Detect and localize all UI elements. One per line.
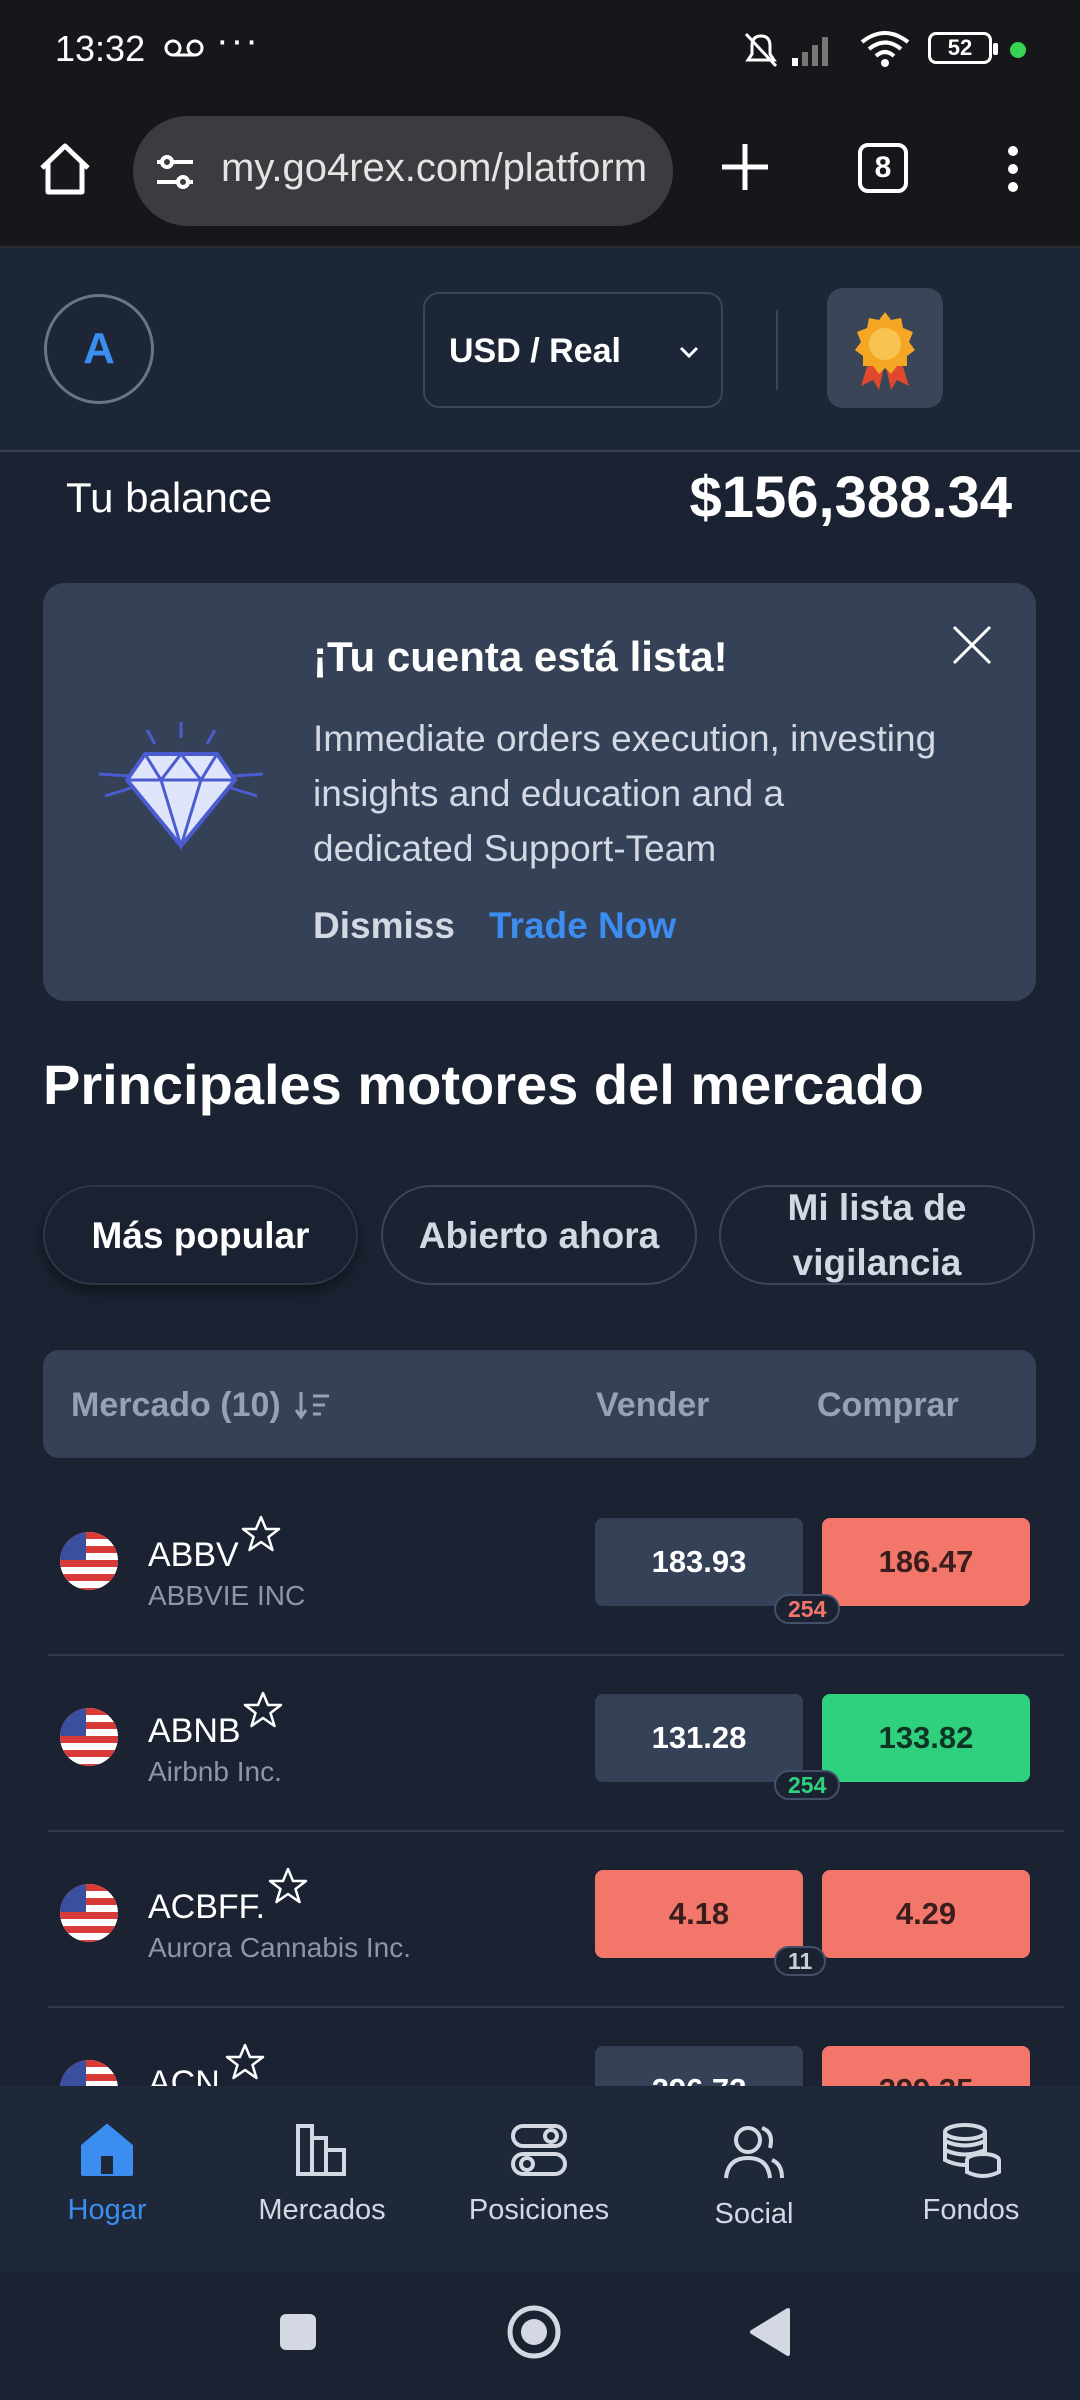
star-icon[interactable] (241, 1514, 281, 1554)
bell-off-icon (744, 32, 778, 68)
us-flag-icon (60, 1532, 118, 1590)
nav-positions-label: Posiciones (468, 2194, 610, 2226)
browser-toolbar: my.go4rex.com/platform 8 (0, 100, 1080, 248)
close-icon[interactable] (950, 623, 994, 667)
nav-positions[interactable]: Posiciones (439, 2120, 639, 2227)
spread-badge: 254 (774, 1594, 841, 1624)
us-flag-icon (60, 1708, 118, 1766)
nav-funds[interactable]: Fondos (871, 2120, 1071, 2227)
sell-price-button[interactable]: 131.28 (595, 1694, 803, 1782)
balance-label: Tu balance (66, 474, 273, 521)
rewards-button[interactable] (827, 288, 943, 408)
sell-price-button[interactable]: 4.18 (595, 1870, 803, 1958)
header-divider (776, 310, 778, 390)
market-symbol: ABBV (148, 1536, 239, 1574)
sell-price-button[interactable]: 183.93 (595, 1518, 803, 1606)
signal-icon (792, 37, 828, 66)
chip-open-now[interactable]: Abierto ahora (381, 1185, 697, 1285)
users-icon (724, 2126, 784, 2179)
market-name: Airbnb Inc. (148, 1756, 282, 1787)
browser-menu-icon[interactable] (1006, 144, 1020, 194)
trade-now-button[interactable]: Trade Now (489, 905, 676, 947)
star-icon[interactable] (225, 2042, 265, 2082)
nav-social[interactable]: Social (654, 2120, 854, 2231)
market-symbol: ABNB (148, 1712, 241, 1750)
chip-most-popular[interactable]: Más popular (43, 1185, 358, 1285)
market-symbol: ACBFF. (148, 1888, 266, 1926)
star-icon[interactable] (243, 1690, 283, 1730)
col-market[interactable]: Mercado (10) (71, 1386, 281, 1425)
new-tab-icon[interactable] (718, 140, 772, 194)
account-label: USD / Real (449, 332, 621, 370)
diamond-icon (98, 722, 264, 852)
buy-price-button[interactable]: 186.47 (822, 1518, 1030, 1606)
account-ready-banner: ¡Tu cuenta está lista! Immediate orders … (43, 583, 1036, 1001)
home-icon (81, 2124, 133, 2176)
account-selector[interactable]: USD / Real (423, 292, 723, 408)
avatar[interactable]: A (44, 294, 154, 404)
col-buy: Comprar (817, 1386, 959, 1424)
wifi-icon (860, 31, 910, 67)
balance-value: $156,388.34 (689, 465, 1012, 530)
buy-price-button[interactable]: 4.29 (822, 1870, 1030, 1958)
app-header: A USD / Real (0, 248, 1080, 452)
status-icons: 52 (740, 28, 1080, 72)
recents-icon[interactable] (278, 2312, 318, 2352)
home-icon[interactable] (36, 140, 94, 198)
nav-markets-label: Mercados (258, 2194, 386, 2226)
banner-title: ¡Tu cuenta está lista! (313, 633, 728, 680)
chip-watchlist[interactable]: Mi lista de vigilancia (719, 1185, 1035, 1285)
spread-badge: 11 (774, 1946, 827, 1976)
home-circle-icon[interactable] (506, 2304, 562, 2360)
market-row[interactable]: ACBFF. Aurora Cannabis Inc. 4.18 4.29 11 (48, 1832, 1064, 2008)
address-bar[interactable]: my.go4rex.com/platform (133, 116, 673, 226)
sort-icon[interactable] (295, 1390, 331, 1420)
tab-switcher-button[interactable]: 8 (858, 143, 908, 193)
back-icon[interactable] (748, 2306, 792, 2358)
market-row[interactable]: ABBV ABBVIE INC 183.93 186.47 254 (48, 1480, 1064, 1656)
privacy-indicator-dot (1010, 42, 1026, 58)
bottom-nav: Hogar Mercados Posiciones Social Fondos (0, 2086, 1080, 2272)
nav-home-label: Hogar (67, 2194, 147, 2226)
banner-body: Immediate orders execution, investing in… (313, 718, 937, 869)
bar-chart-icon (296, 2124, 346, 2176)
nav-markets[interactable]: Mercados (222, 2120, 422, 2227)
chevron-down-icon (679, 346, 699, 359)
voicemail-icon (164, 39, 204, 57)
toggles-icon (511, 2124, 567, 2176)
buy-price-button[interactable]: 133.82 (822, 1694, 1030, 1782)
dismiss-button[interactable]: Dismiss (313, 905, 455, 947)
market-table-header: Mercado (10) Vender Comprar (43, 1350, 1036, 1458)
more-dots-icon: ··· (216, 20, 260, 62)
url-text[interactable]: my.go4rex.com/platform (221, 146, 651, 191)
col-sell: Vender (596, 1386, 710, 1424)
market-name: ABBVIE INC (148, 1580, 306, 1611)
status-time: 13:32 (55, 28, 146, 69)
coins-icon (943, 2123, 1001, 2178)
nav-social-label: Social (714, 2198, 794, 2230)
market-name: Aurora Cannabis Inc. (148, 1932, 412, 1963)
us-flag-icon (60, 1884, 118, 1942)
system-nav-bar (0, 2272, 1080, 2400)
market-row[interactable]: ABNB Airbnb Inc. 131.28 133.82 254 (48, 1656, 1064, 1832)
award-ribbon-icon (855, 312, 915, 390)
status-bar: 13:32 ··· 52 (0, 0, 1080, 100)
nav-funds-label: Fondos (922, 2194, 1020, 2226)
section-title: Principales motores del mercado (43, 1053, 924, 1116)
site-settings-icon[interactable] (153, 150, 197, 194)
battery-icon: 52 (928, 32, 998, 64)
star-icon[interactable] (268, 1866, 308, 1906)
nav-home[interactable]: Hogar (7, 2120, 207, 2227)
spread-badge: 254 (774, 1770, 841, 1800)
